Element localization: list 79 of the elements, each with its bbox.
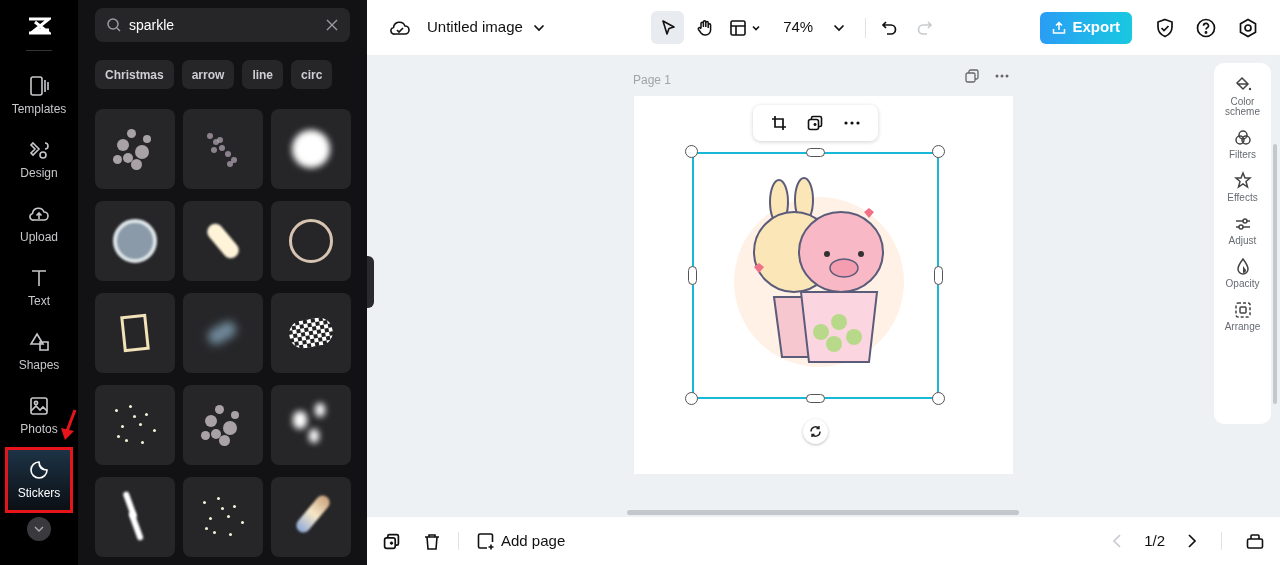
filters-icon (1232, 128, 1253, 148)
layout-icon (729, 18, 748, 37)
collapse-pages-icon[interactable] (1246, 533, 1264, 549)
keyword-chip[interactable]: line (242, 60, 284, 89)
sidebar-tab[interactable]: Templates (7, 65, 71, 127)
sticker-thumbnail[interactable] (271, 477, 351, 557)
tool-button[interactable]: Adjust (1216, 214, 1269, 246)
sticker-thumbnail[interactable] (95, 385, 175, 465)
sticker-thumbnail[interactable] (271, 293, 351, 373)
sticker-thumbnail[interactable] (95, 477, 175, 557)
zoom-dropdown[interactable]: 74% (783, 16, 846, 39)
chevron-down-icon (34, 526, 44, 532)
sticker-thumbnail[interactable] (183, 293, 263, 373)
sticker-thumbnail[interactable] (183, 385, 263, 465)
tool-button[interactable]: Color scheme (1216, 75, 1269, 117)
add-page-button[interactable]: Add page (477, 529, 566, 553)
duplicate-icon[interactable] (807, 115, 824, 131)
arrange-icon (1232, 300, 1253, 320)
sidebar-tab[interactable]: Text (7, 257, 71, 319)
sticker-thumbnail[interactable] (95, 293, 175, 373)
resize-handle[interactable] (934, 266, 943, 285)
sidebar-tab[interactable]: Stickers (7, 449, 71, 511)
sidebar-tab[interactable]: Design (7, 129, 71, 191)
duplicate-page-icon[interactable] (383, 532, 400, 550)
trash-icon[interactable] (424, 532, 440, 550)
sticker-thumbnail[interactable] (271, 201, 351, 281)
keyword-chip[interactable]: circ (291, 60, 333, 89)
add-page-icon (477, 532, 495, 550)
file-title-dropdown[interactable]: Untitled image (427, 16, 545, 39)
sticker-thumbnail[interactable] (95, 109, 175, 189)
sidebar-tab[interactable]: Photos (7, 385, 71, 447)
shield-check-icon[interactable] (1156, 17, 1174, 38)
sidebar-tab[interactable]: Upload (7, 193, 71, 255)
phone-icon (28, 74, 50, 97)
app-logo-icon[interactable] (27, 16, 51, 36)
horizontal-scrollbar[interactable] (627, 510, 1019, 515)
image-icon (28, 394, 50, 417)
search-icon (107, 18, 121, 32)
annotation-arrow (60, 409, 78, 441)
star-icon (1232, 171, 1253, 191)
next-page-icon[interactable] (1187, 534, 1197, 548)
caret-icon (833, 23, 846, 32)
sticker-thumbnail[interactable] (95, 201, 175, 281)
sticker-thumbnail[interactable] (183, 201, 263, 281)
highlight-frame (5, 447, 73, 513)
more-icon[interactable] (843, 121, 860, 125)
upload-icon (1052, 20, 1067, 35)
caret-icon (532, 23, 545, 32)
crop-icon[interactable] (771, 115, 788, 131)
layout-dropdown[interactable] (729, 18, 762, 37)
keyword-chip[interactable]: Christmas (95, 60, 174, 89)
tool-button[interactable]: Arrange (1216, 300, 1269, 332)
sidebar-tab[interactable]: Shapes (7, 321, 71, 383)
resize-handle[interactable] (806, 148, 825, 157)
sticker-thumbnail[interactable] (271, 109, 351, 189)
tool-button[interactable]: Filters (1216, 128, 1269, 160)
cloud-check-icon[interactable] (389, 18, 411, 37)
more-tools-button[interactable] (27, 517, 51, 541)
clear-icon[interactable] (326, 19, 338, 31)
tool-button[interactable]: Opacity (1216, 257, 1269, 289)
resize-handle[interactable] (806, 394, 825, 403)
sticker-thumbnail[interactable] (271, 385, 351, 465)
page-label: Page 1 (633, 72, 672, 89)
vertical-scrollbar[interactable] (1273, 144, 1277, 404)
sticker-icon (28, 458, 50, 481)
help-icon[interactable] (1196, 17, 1216, 38)
search-field[interactable]: sparkle (95, 8, 350, 42)
sticker-thumbnail[interactable] (183, 109, 263, 189)
settings-icon[interactable] (1238, 17, 1258, 38)
resize-handle[interactable] (688, 266, 697, 285)
shapes-icon (28, 330, 50, 353)
keyword-chip[interactable]: arrow (181, 60, 235, 89)
page-counter: 1/2 (1144, 530, 1165, 551)
undo-icon[interactable] (880, 18, 899, 37)
collapse-handle[interactable] (367, 256, 374, 308)
sticker-thumbnail[interactable] (183, 477, 263, 557)
tool-button[interactable]: Effects (1216, 171, 1269, 203)
hand-icon (695, 18, 714, 37)
pointer-tool[interactable] (651, 11, 685, 44)
